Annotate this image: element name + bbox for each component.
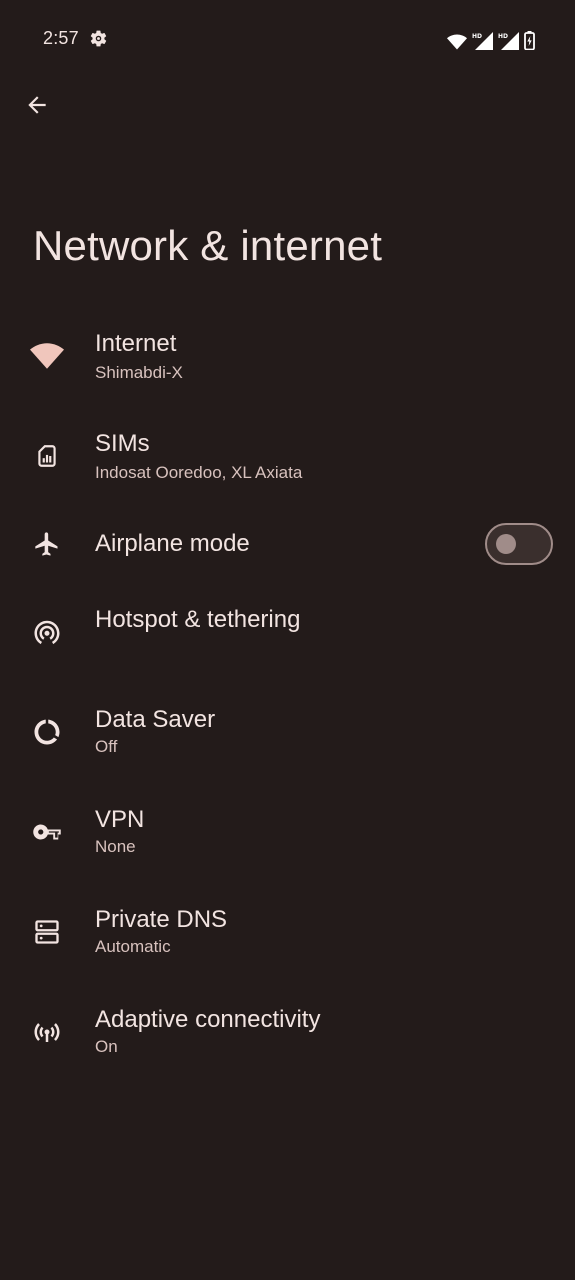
status-icons: HD HD bbox=[447, 28, 535, 50]
hotspot-icon bbox=[27, 612, 67, 652]
wifi-icon bbox=[447, 34, 467, 50]
battery-charging-icon bbox=[524, 31, 535, 50]
sim-card-icon bbox=[27, 436, 67, 476]
hd-signal-icon: HD bbox=[498, 32, 519, 50]
setting-title: Hotspot & tethering bbox=[95, 606, 301, 633]
setting-title: SIMs bbox=[95, 430, 150, 457]
setting-title: Data Saver bbox=[95, 706, 216, 733]
setting-summary: Off bbox=[95, 737, 118, 756]
vpn-key-icon bbox=[27, 812, 67, 852]
setting-private-dns[interactable]: Private DNS Automatic bbox=[0, 900, 575, 1000]
airplane-icon bbox=[27, 524, 67, 564]
adaptive-connectivity-icon bbox=[27, 1012, 67, 1052]
settings-screen: 2:57 HD HD Network & internet Internet S… bbox=[0, 0, 575, 1280]
gear-icon bbox=[89, 29, 108, 48]
setting-title: Adaptive connectivity bbox=[95, 1006, 321, 1033]
page-title: Network & internet bbox=[33, 222, 383, 269]
svg-text:HD: HD bbox=[498, 33, 508, 40]
toggle-thumb bbox=[496, 534, 516, 554]
status-time: 2:57 bbox=[43, 28, 79, 48]
wifi-icon bbox=[27, 336, 67, 376]
setting-summary: On bbox=[95, 1037, 118, 1056]
setting-title: Private DNS bbox=[95, 906, 228, 933]
setting-hotspot-tethering[interactable]: Hotspot & tethering bbox=[0, 600, 575, 700]
setting-summary: None bbox=[95, 837, 136, 856]
setting-internet[interactable]: Internet Shimabdi-X bbox=[0, 300, 575, 400]
setting-data-saver[interactable]: Data Saver Off bbox=[0, 700, 575, 800]
airplane-mode-toggle[interactable] bbox=[485, 523, 553, 565]
setting-summary: Shimabdi-X bbox=[95, 363, 183, 382]
setting-adaptive-connectivity[interactable]: Adaptive connectivity On bbox=[0, 1000, 575, 1100]
back-arrow-icon bbox=[24, 92, 50, 123]
dns-icon bbox=[27, 912, 67, 952]
setting-summary: Indosat Ooredoo, XL Axiata bbox=[95, 463, 303, 482]
status-bar: 2:57 HD HD bbox=[0, 0, 575, 78]
back-button[interactable] bbox=[14, 84, 60, 130]
svg-text:HD: HD bbox=[472, 33, 482, 40]
setting-airplane-mode[interactable]: Airplane mode bbox=[0, 500, 575, 600]
hd-signal-icon: HD bbox=[472, 32, 493, 50]
setting-title: Airplane mode bbox=[95, 530, 250, 557]
setting-vpn[interactable]: VPN None bbox=[0, 800, 575, 900]
setting-title: Internet bbox=[95, 330, 177, 357]
data-saver-icon bbox=[27, 712, 67, 752]
setting-title: VPN bbox=[95, 806, 145, 833]
setting-summary: Automatic bbox=[95, 937, 171, 956]
setting-sims[interactable]: SIMs Indosat Ooredoo, XL Axiata bbox=[0, 400, 575, 500]
